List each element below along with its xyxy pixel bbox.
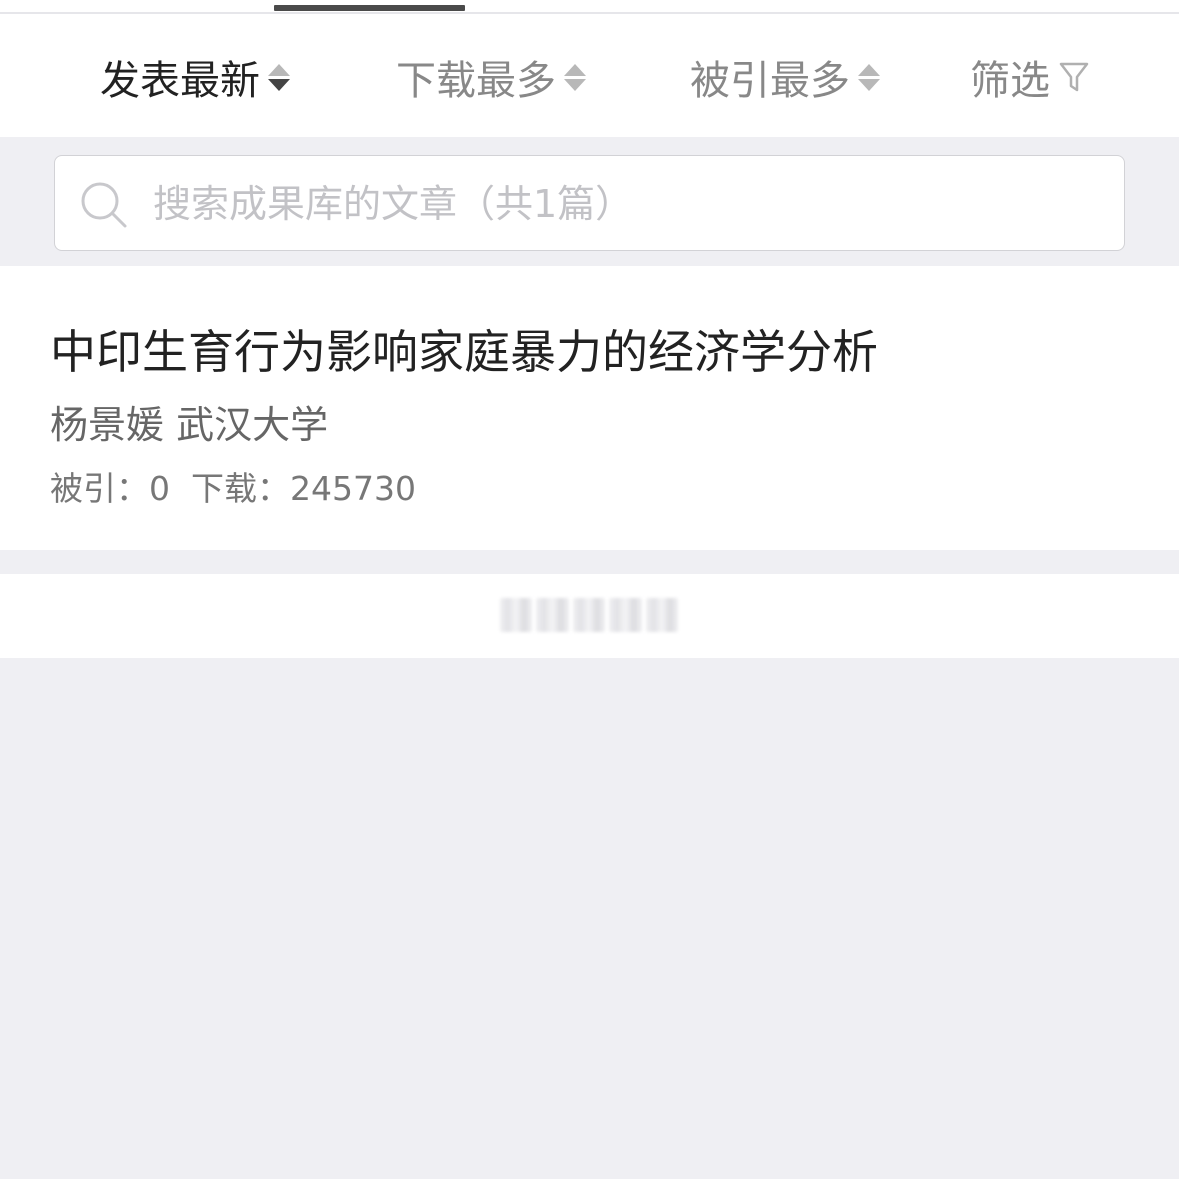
result-title[interactable]: 中印生育行为影响家庭暴力的经济学分析 xyxy=(50,316,878,382)
sort-most-downloaded-button[interactable]: 下载最多 xyxy=(396,52,586,104)
list-footer-text-blurred xyxy=(500,598,679,632)
search-icon xyxy=(79,180,129,234)
cited-count: 0 xyxy=(149,469,170,508)
filter-button[interactable]: 筛选 xyxy=(970,52,1090,104)
tab-active-indicator xyxy=(274,5,465,11)
search-input[interactable] xyxy=(151,156,1105,251)
top-tab-strip xyxy=(0,0,1179,14)
sort-arrows-icon xyxy=(564,63,586,91)
download-label: 下载： xyxy=(190,469,290,508)
filter-label: 筛选 xyxy=(970,58,1050,104)
sort-bar: 发表最新 下载最多 被引最多 筛选 xyxy=(0,14,1179,137)
sort-arrows-icon xyxy=(858,63,880,91)
search-area xyxy=(0,137,1179,266)
result-card[interactable]: 中印生育行为影响家庭暴力的经济学分析 杨景媛 武汉大学 被引：0 下载：2457… xyxy=(0,266,1179,550)
result-authors: 杨景媛 武汉大学 xyxy=(50,403,329,447)
search-box[interactable] xyxy=(54,155,1125,251)
sort-most-downloaded-label: 下载最多 xyxy=(396,58,556,104)
list-footer xyxy=(0,574,1179,658)
filter-funnel-icon xyxy=(1058,60,1090,94)
sort-newest-label: 发表最新 xyxy=(100,58,260,104)
sort-newest-button[interactable]: 发表最新 xyxy=(100,52,290,104)
result-stats: 被引：0 下载：245730 xyxy=(50,462,416,510)
download-count: 245730 xyxy=(289,469,416,508)
sort-most-cited-button[interactable]: 被引最多 xyxy=(690,52,880,104)
cited-label: 被引： xyxy=(50,469,149,508)
sort-most-cited-label: 被引最多 xyxy=(690,58,850,104)
sort-arrows-icon xyxy=(268,63,290,91)
